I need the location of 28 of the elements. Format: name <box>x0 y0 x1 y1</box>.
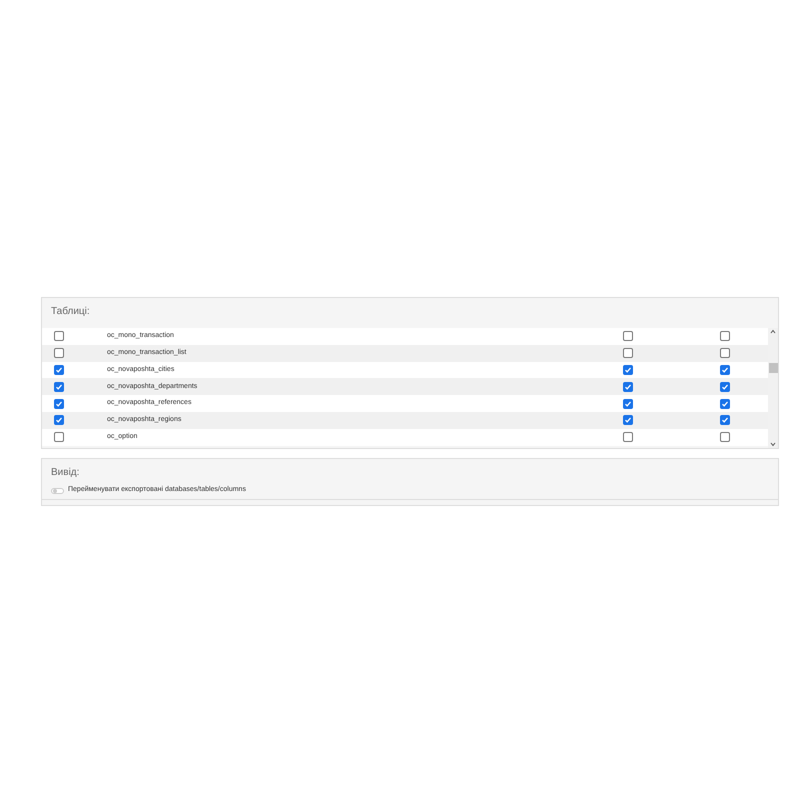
checkbox[interactable] <box>623 331 633 342</box>
checkbox[interactable] <box>623 432 633 442</box>
checkbox[interactable] <box>720 432 730 442</box>
checkbox[interactable] <box>720 331 730 342</box>
checkbox[interactable] <box>720 382 730 392</box>
checkbox[interactable] <box>54 348 64 358</box>
scroll-down-icon[interactable] <box>770 442 776 447</box>
toggle-switch[interactable] <box>51 488 64 494</box>
checkbox[interactable] <box>623 348 633 358</box>
panel-title: Таблиці: <box>50 305 91 319</box>
panel-title: Вивід: <box>50 466 80 480</box>
checkbox[interactable] <box>54 432 64 442</box>
checkbox[interactable] <box>720 415 730 426</box>
scrollbar[interactable] <box>768 328 778 448</box>
checkbox[interactable] <box>54 364 64 375</box>
scroll-up-icon[interactable] <box>770 329 776 334</box>
checkbox[interactable] <box>623 415 633 426</box>
checkbox[interactable] <box>623 398 633 409</box>
scrollbar-thumb[interactable] <box>768 362 778 373</box>
checkbox[interactable] <box>720 398 730 409</box>
checkbox[interactable] <box>623 382 633 392</box>
checkbox[interactable] <box>54 382 64 392</box>
checkbox[interactable] <box>54 398 64 409</box>
checkbox[interactable] <box>623 364 633 375</box>
checkbox[interactable] <box>54 415 64 426</box>
checkbox[interactable] <box>720 364 730 375</box>
checkbox[interactable] <box>720 348 730 358</box>
checkbox[interactable] <box>54 331 64 342</box>
